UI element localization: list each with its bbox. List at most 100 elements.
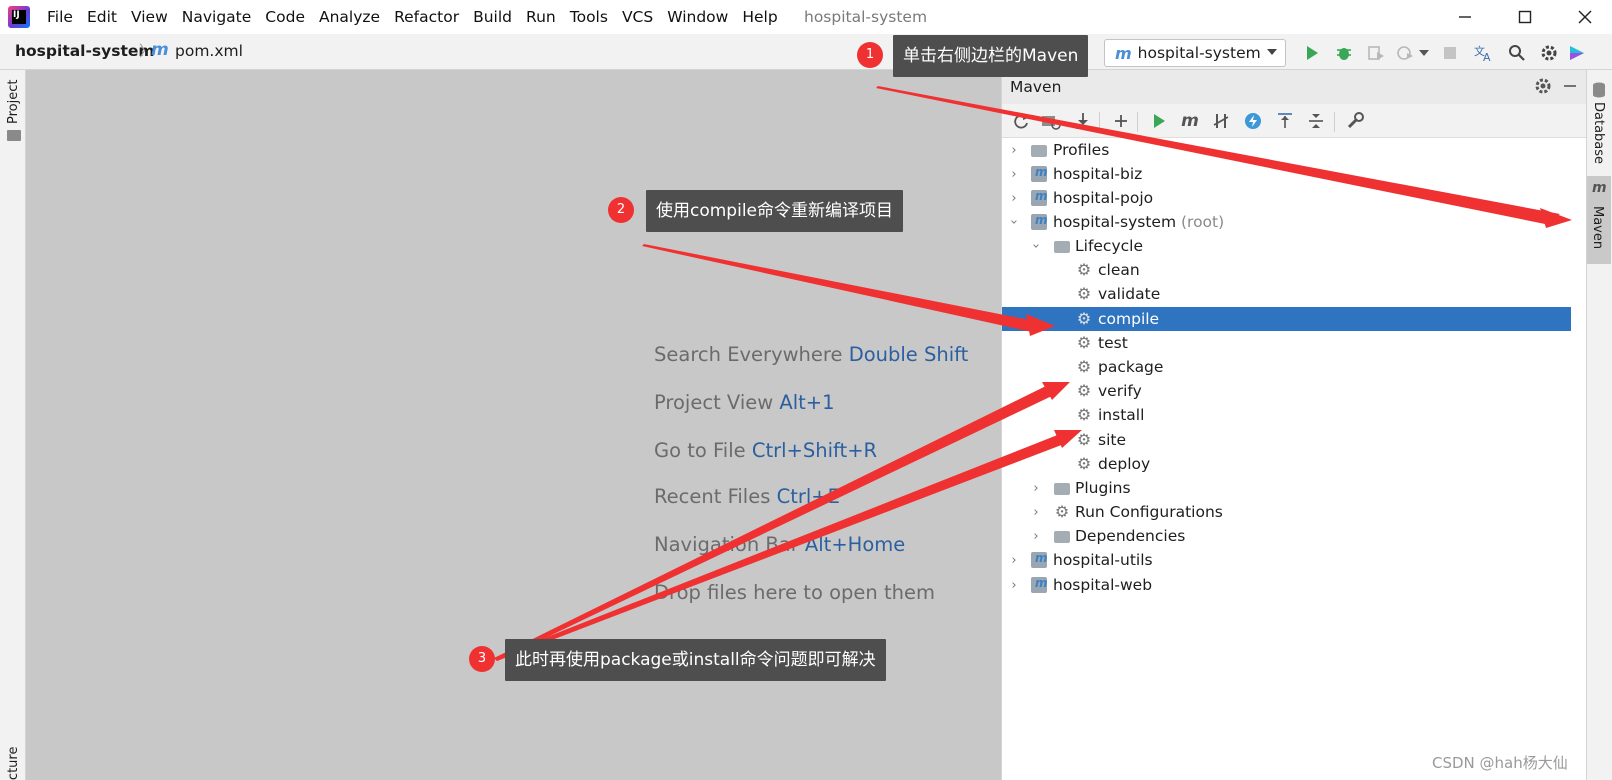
tree-item-profiles[interactable]: › Profiles bbox=[1002, 138, 1587, 162]
maven-settings-button[interactable] bbox=[1344, 110, 1366, 132]
download-sources-button[interactable] bbox=[1072, 110, 1094, 132]
run-configuration-label: hospital-system bbox=[1137, 44, 1261, 62]
tree-item-dependencies[interactable]: › Dependencies bbox=[1002, 524, 1587, 548]
execute-maven-goal-button[interactable]: m bbox=[1179, 110, 1201, 132]
tree-item-run-configurations[interactable]: › ⚙ Run Configurations bbox=[1002, 500, 1587, 524]
project-tab-label: Project bbox=[6, 79, 21, 124]
database-tool-tab[interactable]: Database bbox=[1588, 80, 1610, 170]
close-icon bbox=[1578, 10, 1592, 24]
toolbar-separator bbox=[1137, 112, 1138, 132]
lifecycle-goal-selected[interactable]: ⚙ compile bbox=[1002, 307, 1571, 331]
maven-panel-title: Maven bbox=[1010, 78, 1062, 96]
breadcrumb-file[interactable]: pom.xml bbox=[175, 41, 243, 61]
stop-button[interactable] bbox=[1439, 42, 1461, 64]
step-badge-1: 1 bbox=[857, 42, 883, 68]
menu-navigate[interactable]: Navigate bbox=[175, 6, 259, 28]
maven-goal-icon: m bbox=[1181, 111, 1199, 131]
gear-icon: ⚙ bbox=[1076, 405, 1092, 424]
tree-item-lifecycle[interactable]: › Lifecycle bbox=[1002, 234, 1587, 258]
run-options-dropdown[interactable] bbox=[1413, 42, 1435, 64]
project-tool-tab[interactable]: Project bbox=[4, 78, 24, 148]
hint-shortcut: Ctrl+Shift+R bbox=[751, 439, 878, 462]
reimport-folder-button[interactable] bbox=[1040, 110, 1062, 132]
folder-refresh-icon bbox=[1042, 116, 1061, 130]
translate-button[interactable]: 文A bbox=[1473, 42, 1495, 64]
menu-refactor[interactable]: Refactor bbox=[387, 6, 466, 28]
maven-module-icon bbox=[1031, 576, 1048, 593]
menu-tools[interactable]: Tools bbox=[563, 6, 615, 28]
callout-step-1: 单击右侧边栏的Maven bbox=[893, 35, 1089, 77]
maven-icon: m bbox=[1592, 180, 1607, 196]
menu-window[interactable]: Window bbox=[660, 6, 735, 28]
maven-panel-header: Maven bbox=[1002, 70, 1587, 104]
structure-tool-tab[interactable]: Structure bbox=[4, 745, 24, 780]
menu-analyze[interactable]: Analyze bbox=[312, 6, 387, 28]
tree-item-root-module[interactable]: › hospital-system (root) bbox=[1002, 210, 1587, 234]
bug-icon bbox=[1337, 48, 1351, 60]
settings-button[interactable] bbox=[1538, 42, 1560, 64]
menu-vcs[interactable]: VCS bbox=[615, 6, 660, 28]
collapse-all-button[interactable] bbox=[1305, 110, 1327, 132]
maven-panel-hide-button[interactable] bbox=[1562, 77, 1582, 97]
lifecycle-goal[interactable]: ⚙ verify bbox=[1002, 379, 1587, 403]
menu-file[interactable]: File bbox=[40, 6, 80, 28]
close-window-button[interactable] bbox=[1571, 4, 1599, 30]
show-dependencies-button[interactable] bbox=[1274, 110, 1296, 132]
lifecycle-goal[interactable]: ⚙ package bbox=[1002, 355, 1587, 379]
menu-help[interactable]: Help bbox=[735, 6, 784, 28]
chevron-right-icon: › bbox=[1033, 528, 1039, 544]
root-marker: (root) bbox=[1180, 213, 1225, 231]
tree-item-module[interactable]: › hospital-web bbox=[1002, 573, 1587, 597]
lifecycle-goal[interactable]: ⚙ test bbox=[1002, 331, 1587, 355]
collapse-icon bbox=[1309, 114, 1323, 128]
lifecycle-goal[interactable]: ⚙ validate bbox=[1002, 282, 1587, 306]
coverage-button[interactable] bbox=[1365, 42, 1387, 64]
intellij-logo-icon[interactable]: IJ bbox=[8, 6, 30, 28]
download-icon bbox=[1076, 113, 1090, 129]
tree-item-label: Run Configurations bbox=[1075, 503, 1223, 521]
toolbox-icon bbox=[1570, 46, 1584, 60]
lifecycle-goal[interactable]: ⚙ deploy bbox=[1002, 452, 1587, 476]
gear-icon: ⚙ bbox=[1076, 454, 1092, 473]
skip-tests-button[interactable] bbox=[1242, 110, 1264, 132]
maven-module-icon bbox=[1031, 165, 1048, 182]
tree-item-plugins[interactable]: › Plugins bbox=[1002, 476, 1587, 500]
reload-button[interactable] bbox=[1010, 110, 1032, 132]
jetbrains-toolbox-button[interactable] bbox=[1566, 42, 1588, 64]
tree-item-label: hospital-web bbox=[1053, 576, 1153, 594]
run-maven-build-button[interactable] bbox=[1148, 110, 1170, 132]
hint-search-everywhere: Search Everywhere Double Shift bbox=[654, 343, 968, 366]
gear-icon: ⚙ bbox=[1054, 502, 1070, 521]
tree-item-label: hospital-system (root) bbox=[1053, 213, 1224, 231]
run-button[interactable] bbox=[1301, 42, 1323, 64]
maven-tool-tab-active[interactable]: m Maven bbox=[1587, 176, 1611, 264]
tree-item-label: Profiles bbox=[1053, 141, 1110, 159]
hint-text: Project View bbox=[654, 391, 780, 414]
toggle-offline-mode-button[interactable] bbox=[1210, 110, 1232, 132]
tree-item-module[interactable]: › hospital-biz bbox=[1002, 162, 1587, 186]
menu-code[interactable]: Code bbox=[258, 6, 312, 28]
stop-icon bbox=[1444, 47, 1456, 59]
lifecycle-goal[interactable]: ⚙ clean bbox=[1002, 258, 1587, 282]
lifecycle-goal[interactable]: ⚙ site bbox=[1002, 428, 1587, 452]
structure-tab-label: Structure bbox=[6, 746, 21, 780]
tree-item-module[interactable]: › hospital-utils bbox=[1002, 548, 1587, 572]
lifecycle-goal[interactable]: ⚙ install bbox=[1002, 403, 1587, 427]
menu-bar: IJ File Edit View Navigate Code Analyze … bbox=[0, 0, 1612, 34]
maximize-icon bbox=[1518, 10, 1532, 24]
search-button[interactable] bbox=[1506, 42, 1528, 64]
chevron-right-icon: › bbox=[1011, 190, 1017, 206]
minimize-button[interactable] bbox=[1451, 4, 1479, 30]
menu-view[interactable]: View bbox=[124, 6, 175, 28]
debug-button[interactable] bbox=[1333, 42, 1355, 64]
add-maven-project-button[interactable] bbox=[1110, 110, 1132, 132]
menu-edit[interactable]: Edit bbox=[80, 6, 124, 28]
breadcrumb-project[interactable]: hospital-system bbox=[15, 41, 155, 61]
chevron-right-icon: › bbox=[1011, 577, 1017, 593]
run-configuration-select[interactable]: m hospital-system bbox=[1104, 39, 1286, 67]
menu-run[interactable]: Run bbox=[519, 6, 563, 28]
tree-item-module[interactable]: › hospital-pojo bbox=[1002, 186, 1587, 210]
maximize-button[interactable] bbox=[1511, 4, 1539, 30]
maven-panel-settings-button[interactable] bbox=[1534, 77, 1554, 97]
menu-build[interactable]: Build bbox=[466, 6, 519, 28]
